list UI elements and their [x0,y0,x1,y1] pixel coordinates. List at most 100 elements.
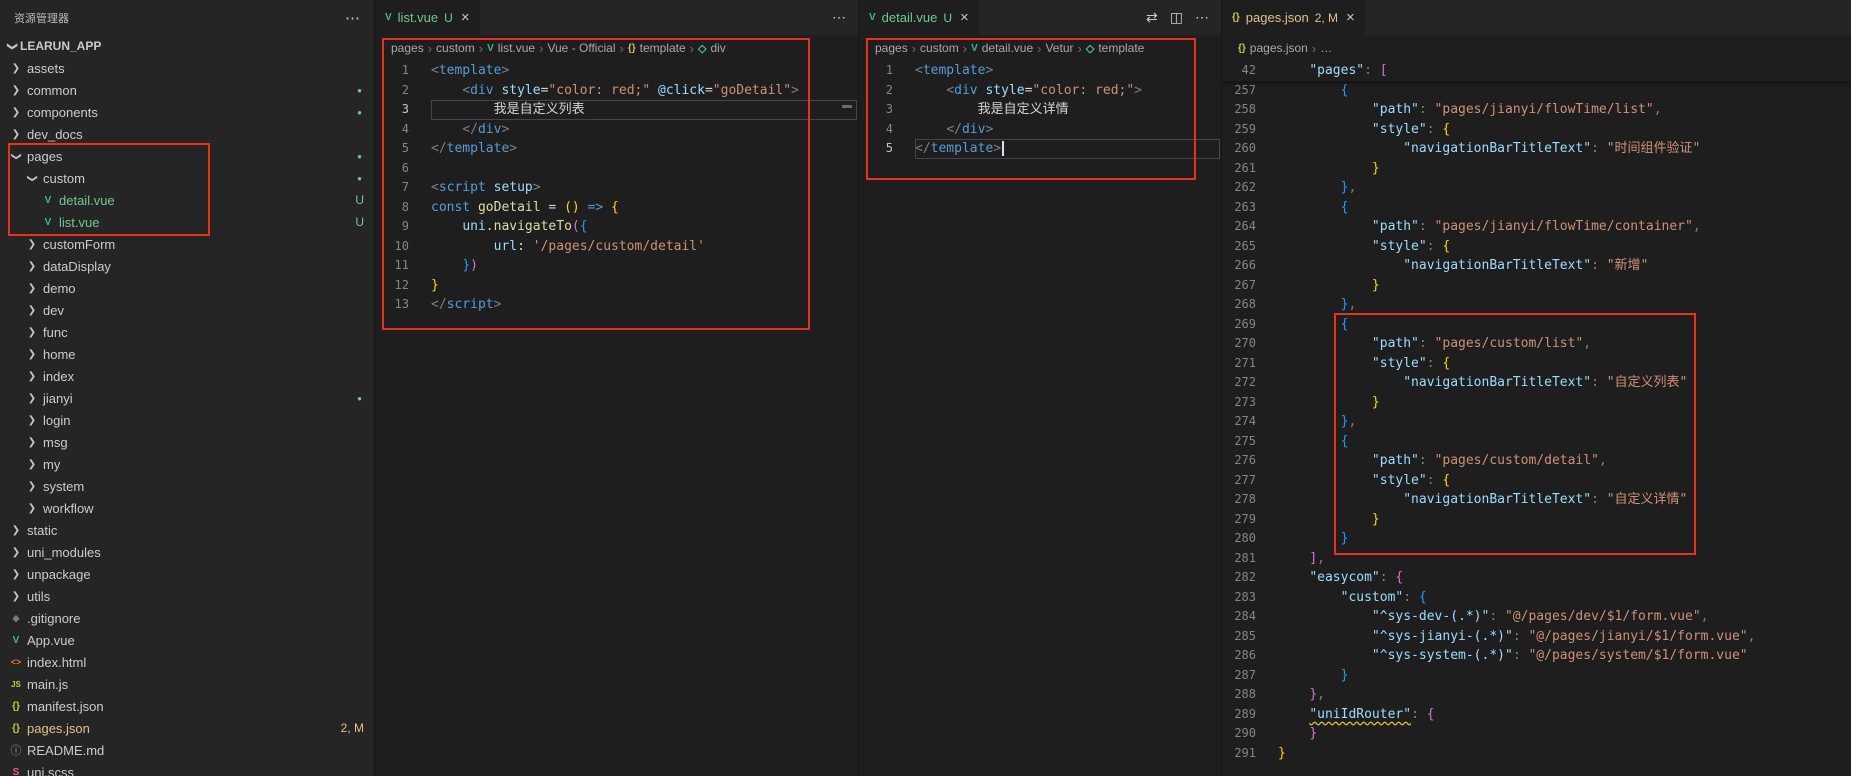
tree-item-msg[interactable]: ❯msg [0,431,374,453]
code-line[interactable]: 264 "path": "pages/jianyi/flowTime/conta… [1222,217,1851,237]
breadcrumb-item[interactable]: pages [391,41,424,55]
code-line[interactable]: 261 } [1222,159,1851,179]
code-line[interactable]: 279 } [1222,510,1851,530]
code-line[interactable]: 257 { [1222,81,1851,101]
tree-item-list.vue[interactable]: Vlist.vueU [0,211,374,233]
code-line[interactable]: 260 "navigationBarTitleText": "时间组件验证" [1222,139,1851,159]
code-line[interactable]: 5</template> [859,139,1221,159]
code-editor-detail-vue[interactable]: 1<template>2 <div style="color: red;">3 … [859,61,1221,776]
workspace-root-folder[interactable]: ❯ LEARUN_APP [0,35,374,57]
tree-item-customForm[interactable]: ❯customForm [0,233,374,255]
breadcrumb-item[interactable]: {}pages.json [1238,41,1308,55]
code-line[interactable]: 270 "path": "pages/custom/list", [1222,334,1851,354]
code-line[interactable]: 4 </div> [859,120,1221,140]
breadcrumb-item[interactable]: custom [436,41,475,55]
breadcrumb-item[interactable]: … [1320,41,1332,55]
code-line[interactable]: 275 { [1222,432,1851,452]
breadcrumb-item[interactable]: ◇template [1086,41,1145,55]
code-line[interactable]: 263 { [1222,198,1851,218]
code-line[interactable]: 11 }) [375,256,858,276]
code-line[interactable]: 290 } [1222,724,1851,744]
breadcrumb-item[interactable]: custom [920,41,959,55]
code-line[interactable]: 4 </div> [375,120,858,140]
tree-item-index.html[interactable]: <>index.html [0,651,374,673]
tree-item-utils[interactable]: ❯utils [0,585,374,607]
code-line[interactable]: 288 }, [1222,685,1851,705]
code-line[interactable]: 10 url: '/pages/custom/detail' [375,237,858,257]
tree-item-assets[interactable]: ❯assets [0,57,374,79]
tree-item-custom[interactable]: ❯custom● [0,167,374,189]
tree-item-pages[interactable]: ❯pages● [0,145,374,167]
tree-item-index[interactable]: ❯index [0,365,374,387]
code-line[interactable]: 265 "style": { [1222,237,1851,257]
code-line[interactable]: 282 "easycom": { [1222,568,1851,588]
breadcrumb-item[interactable]: Vetur [1045,41,1073,55]
code-line[interactable]: 3 我是自定义列表 [375,100,858,120]
code-line[interactable]: 258 "path": "pages/jianyi/flowTime/list"… [1222,100,1851,120]
code-line[interactable]: 5</template> [375,139,858,159]
breadcrumb-item[interactable]: {}template [628,41,686,55]
tree-item-unpackage[interactable]: ❯unpackage [0,563,374,585]
tree-item-manifest.json[interactable]: {}manifest.json [0,695,374,717]
breadcrumb-item[interactable]: Vlist.vue [487,41,535,55]
code-line[interactable]: 283 "custom": { [1222,588,1851,608]
tree-item-login[interactable]: ❯login [0,409,374,431]
code-line[interactable]: 272 "navigationBarTitleText": "自定义列表" [1222,373,1851,393]
tree-item-components[interactable]: ❯components● [0,101,374,123]
tree-item-README.md[interactable]: ⓘREADME.md [0,739,374,761]
code-line[interactable]: 3 我是自定义详情 [859,100,1221,120]
tree-item-my[interactable]: ❯my [0,453,374,475]
code-line[interactable]: 259 "style": { [1222,120,1851,140]
tree-item-main.js[interactable]: JSmain.js [0,673,374,695]
close-icon[interactable]: × [960,9,969,26]
tree-item-detail.vue[interactable]: Vdetail.vueU [0,189,374,211]
tree-item-workflow[interactable]: ❯workflow [0,497,374,519]
tree-item-App.vue[interactable]: VApp.vue [0,629,374,651]
code-line[interactable]: 262 }, [1222,178,1851,198]
tab-list-vue[interactable]: Vlist.vueU× [375,0,481,35]
code-line[interactable]: 286 "^sys-system-(.*)": "@/pages/system/… [1222,646,1851,666]
code-line[interactable]: 12} [375,276,858,296]
tree-item-.gitignore[interactable]: ◆.gitignore [0,607,374,629]
tree-item-jianyi[interactable]: ❯jianyi● [0,387,374,409]
code-line[interactable]: 277 "style": { [1222,471,1851,491]
tree-item-func[interactable]: ❯func [0,321,374,343]
code-line[interactable]: 1<template> [859,61,1221,81]
breadcrumb-item[interactable]: Vue - Official [547,41,615,55]
code-line[interactable]: 280 } [1222,529,1851,549]
tab-detail-vue[interactable]: Vdetail.vueU× [859,0,980,35]
tree-item-common[interactable]: ❯common● [0,79,374,101]
code-line[interactable]: 8const goDetail = () => { [375,198,858,218]
more-icon[interactable]: ⋯ [832,9,846,26]
code-line[interactable]: 2 <div style="color: red;"> [859,81,1221,101]
code-line[interactable]: 285 "^sys-jianyi-(.*)": "@/pages/jianyi/… [1222,627,1851,647]
tree-item-dataDisplay[interactable]: ❯dataDisplay [0,255,374,277]
breadcrumb-item[interactable]: pages [875,41,908,55]
split-editor-icon[interactable]: ◫ [1170,9,1183,26]
tree-item-uni_modules[interactable]: ❯uni_modules [0,541,374,563]
tree-item-pages.json[interactable]: {}pages.json2, M [0,717,374,739]
code-line[interactable]: 9 uni.navigateTo({ [375,217,858,237]
code-line[interactable]: 278 "navigationBarTitleText": "自定义详情" [1222,490,1851,510]
close-icon[interactable]: × [1346,9,1355,26]
tree-item-uni.scss[interactable]: Suni.scss [0,761,374,776]
open-changes-icon[interactable]: ⇄ [1146,9,1158,26]
code-editor-list-vue[interactable]: 1<template>2 <div style="color: red;" @c… [375,61,858,776]
code-line[interactable]: 268 }, [1222,295,1851,315]
code-line[interactable]: 267 } [1222,276,1851,296]
code-line[interactable]: 2 <div style="color: red;" @click="goDet… [375,81,858,101]
breadcrumb-item[interactable]: ◇div [698,41,726,55]
tab-pages-json[interactable]: {}pages.json2, M× [1222,0,1366,35]
code-line[interactable]: 284 "^sys-dev-(.*)": "@/pages/dev/$1/for… [1222,607,1851,627]
code-line[interactable]: 6 [375,159,858,179]
code-line[interactable]: 269 { [1222,315,1851,335]
code-line[interactable]: 273 } [1222,393,1851,413]
code-line[interactable]: 1<template> [375,61,858,81]
tree-item-home[interactable]: ❯home [0,343,374,365]
code-editor-pages-json[interactable]: 42 "pages": [257 {258 "path": "pages/jia… [1222,61,1851,776]
tree-item-system[interactable]: ❯system [0,475,374,497]
code-line[interactable]: 7<script setup> [375,178,858,198]
code-line[interactable]: 287 } [1222,666,1851,686]
code-line[interactable]: 271 "style": { [1222,354,1851,374]
close-icon[interactable]: × [461,9,470,26]
